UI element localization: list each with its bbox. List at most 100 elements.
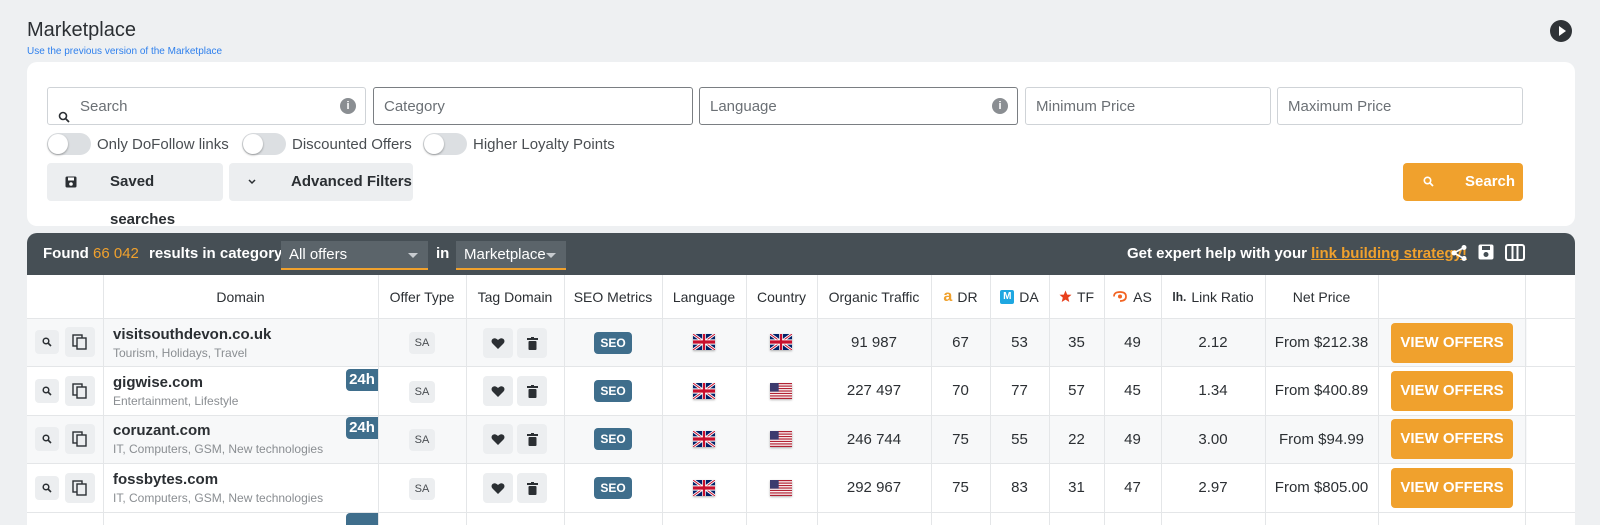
header-as[interactable]: AS bbox=[1104, 275, 1161, 318]
header-da[interactable]: M DA bbox=[990, 275, 1049, 318]
seo-metrics-badge[interactable]: SEO bbox=[594, 477, 632, 499]
header-da-label: DA bbox=[1019, 288, 1039, 305]
category-select[interactable]: Category bbox=[373, 87, 693, 125]
copy-button[interactable] bbox=[65, 473, 95, 503]
heart-icon bbox=[491, 482, 505, 494]
chevron-down-icon bbox=[247, 163, 257, 201]
dr-value: 75 bbox=[952, 430, 969, 448]
advanced-filters-button[interactable]: Advanced Filters bbox=[229, 163, 413, 201]
language-select[interactable]: Language i bbox=[699, 87, 1018, 125]
category-dropdown-value: All offers bbox=[289, 246, 348, 263]
offer-type-badge: SA bbox=[409, 381, 435, 403]
search-icon bbox=[42, 434, 52, 444]
header-seo-metrics[interactable]: SEO Metrics bbox=[564, 275, 662, 318]
delete-button[interactable] bbox=[517, 376, 547, 406]
favorite-button[interactable] bbox=[483, 376, 513, 406]
maximum-price-placeholder: Maximum Price bbox=[1288, 98, 1392, 115]
info-icon[interactable]: i bbox=[340, 98, 356, 114]
seo-metrics-badge[interactable]: SEO bbox=[594, 380, 632, 402]
filter-panel: Search i Category Language i Minimum Pri… bbox=[27, 62, 1575, 228]
columns-icon[interactable] bbox=[1505, 244, 1525, 266]
as-value: 45 bbox=[1124, 382, 1141, 399]
delete-button[interactable] bbox=[517, 328, 547, 358]
category-dropdown[interactable]: All offers bbox=[281, 241, 428, 270]
caret-down-icon bbox=[408, 253, 418, 258]
view-offers-button[interactable]: VIEW OFFERS bbox=[1391, 419, 1513, 459]
toggle-loyalty[interactable]: Higher Loyalty Points bbox=[423, 133, 615, 155]
toggle-switch[interactable] bbox=[47, 133, 91, 155]
header-net-price[interactable]: Net Price bbox=[1265, 275, 1378, 318]
header-offer-type[interactable]: Offer Type bbox=[378, 275, 466, 318]
domain-name[interactable]: visitsouthdevon.co.uk bbox=[113, 326, 271, 343]
link-ratio-value: 3.00 bbox=[1198, 430, 1228, 448]
maximum-price-input[interactable]: Maximum Price bbox=[1277, 87, 1523, 125]
copy-button[interactable] bbox=[65, 327, 95, 357]
search-icon bbox=[42, 386, 52, 396]
domain-name[interactable]: coruzant.com bbox=[113, 422, 211, 439]
preview-button[interactable] bbox=[35, 330, 59, 354]
scope-dropdown[interactable]: Marketplace bbox=[456, 241, 566, 270]
fast-delivery-badge: 24h bbox=[346, 417, 378, 439]
toggle-switch[interactable] bbox=[242, 133, 286, 155]
copy-button[interactable] bbox=[65, 376, 95, 406]
found-label: Found bbox=[43, 245, 89, 262]
trash-icon bbox=[526, 336, 538, 350]
us-flag-icon bbox=[770, 431, 792, 447]
domain-category: Entertainment, Lifestyle bbox=[113, 394, 239, 408]
seo-metrics-badge[interactable]: SEO bbox=[594, 428, 632, 450]
header-organic-traffic[interactable]: Organic Traffic bbox=[817, 275, 931, 318]
toggle-discounted[interactable]: Discounted Offers bbox=[242, 133, 412, 155]
header-language[interactable]: Language bbox=[662, 275, 746, 318]
domain-category: Tourism, Holidays, Travel bbox=[113, 346, 248, 360]
link-ratio-value: 1.34 bbox=[1198, 382, 1228, 399]
da-value: 83 bbox=[1011, 479, 1028, 496]
view-offers-button[interactable]: VIEW OFFERS bbox=[1391, 371, 1513, 411]
header-dr[interactable]: a DR bbox=[931, 275, 990, 318]
seo-metrics-badge[interactable]: SEO bbox=[594, 332, 632, 354]
minimum-price-input[interactable]: Minimum Price bbox=[1025, 87, 1271, 125]
link-building-strategy-link[interactable]: link building strategy! bbox=[1311, 245, 1467, 262]
copy-button[interactable] bbox=[65, 424, 95, 454]
previous-version-link[interactable]: Use the previous version of the Marketpl… bbox=[27, 46, 222, 57]
play-tutorial-button[interactable] bbox=[1550, 20, 1572, 42]
preview-button[interactable] bbox=[35, 476, 59, 500]
toggle-dofollow[interactable]: Only DoFollow links bbox=[47, 133, 229, 155]
organic-traffic-value: 292 967 bbox=[846, 479, 902, 496]
toggle-switch[interactable] bbox=[423, 133, 467, 155]
saved-searches-button[interactable]: Saved searches bbox=[47, 163, 223, 228]
favorite-button[interactable] bbox=[483, 473, 513, 503]
header-link-ratio[interactable]: lh. Link Ratio bbox=[1161, 275, 1265, 318]
heart-icon bbox=[491, 337, 505, 349]
header-domain[interactable]: Domain bbox=[103, 275, 378, 318]
toggle-label: Only DoFollow links bbox=[97, 135, 229, 153]
view-offers-button[interactable]: VIEW OFFERS bbox=[1391, 323, 1513, 363]
results-label: results in category bbox=[149, 245, 283, 262]
toggle-label: Higher Loyalty Points bbox=[473, 135, 615, 153]
share-icon[interactable] bbox=[1450, 244, 1468, 267]
header-tf[interactable]: TF bbox=[1049, 275, 1104, 318]
save-icon[interactable] bbox=[1478, 244, 1494, 266]
copy-icon bbox=[72, 480, 87, 496]
tf-value: 31 bbox=[1068, 479, 1085, 496]
domain-name[interactable]: fossbytes.com bbox=[113, 471, 218, 488]
preview-button[interactable] bbox=[35, 427, 59, 451]
search-button[interactable]: Search bbox=[1403, 163, 1523, 201]
header-tag-domain[interactable]: Tag Domain bbox=[466, 275, 564, 318]
play-icon bbox=[1559, 26, 1566, 36]
domain-name[interactable]: gigwise.com bbox=[113, 374, 203, 391]
results-bar: Found 66 042 results in category All off… bbox=[27, 233, 1575, 275]
heart-icon bbox=[491, 433, 505, 445]
header-country[interactable]: Country bbox=[746, 275, 817, 318]
delete-button[interactable] bbox=[517, 424, 547, 454]
fast-delivery-badge: 24h bbox=[346, 369, 378, 391]
favorite-button[interactable] bbox=[483, 328, 513, 358]
saved-searches-label: Saved searches bbox=[110, 173, 176, 228]
info-icon[interactable]: i bbox=[992, 98, 1008, 114]
view-offers-button[interactable]: VIEW OFFERS bbox=[1391, 468, 1513, 508]
preview-button[interactable] bbox=[35, 379, 59, 403]
search-input[interactable]: Search i bbox=[47, 87, 366, 125]
dr-value: 70 bbox=[952, 382, 969, 399]
delete-button[interactable] bbox=[517, 473, 547, 503]
scope-dropdown-value: Marketplace bbox=[464, 246, 546, 263]
favorite-button[interactable] bbox=[483, 424, 513, 454]
